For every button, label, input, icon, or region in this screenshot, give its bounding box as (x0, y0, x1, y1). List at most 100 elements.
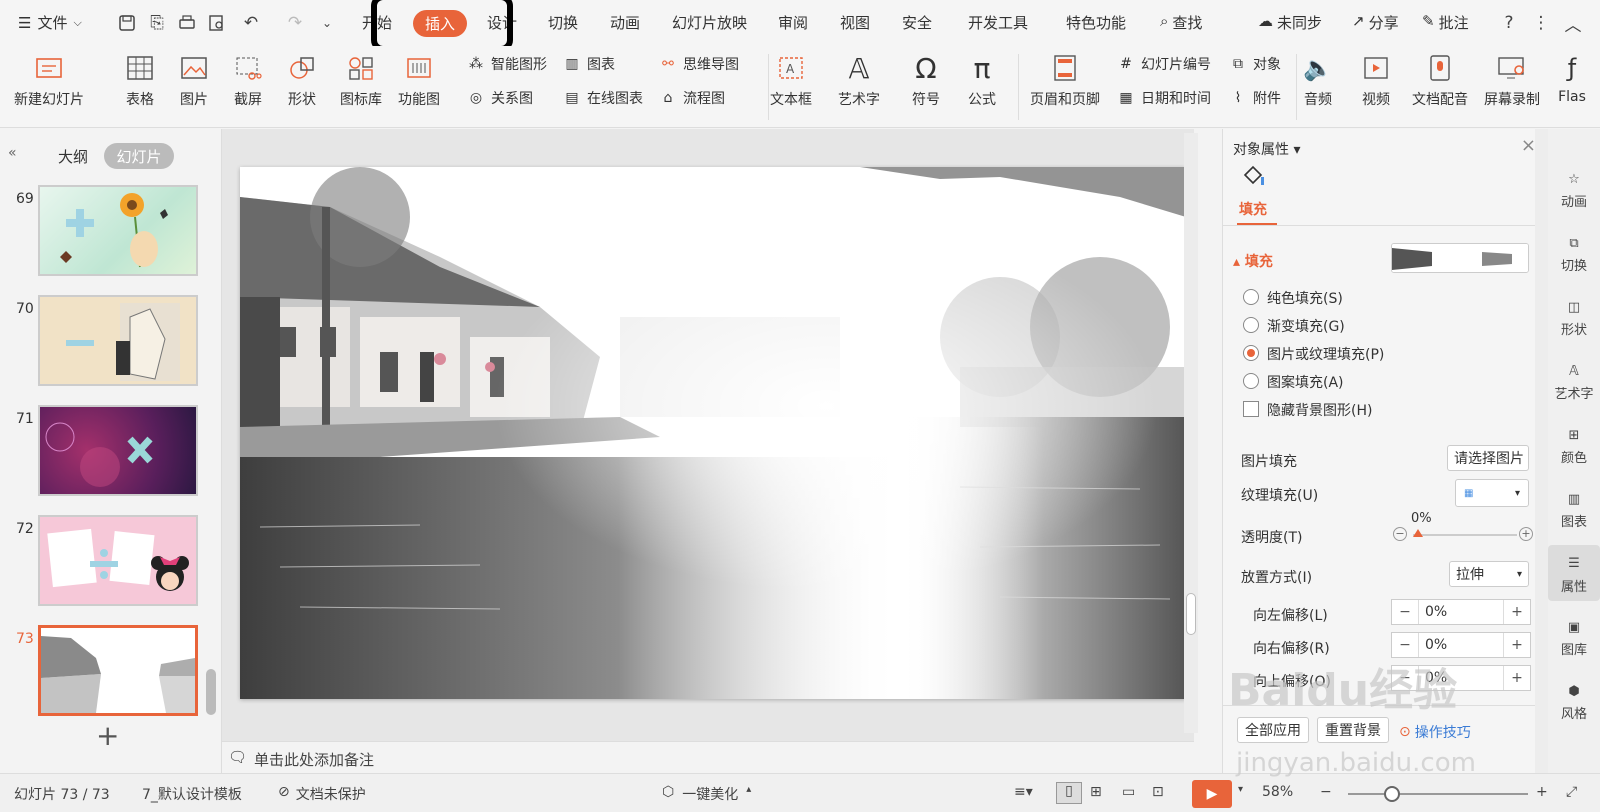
tab-security[interactable]: 安全 (902, 12, 932, 33)
datetime-button[interactable]: ▦ 日期和时间 (1116, 88, 1211, 108)
plus-icon[interactable]: + (1504, 604, 1530, 620)
help-icon[interactable]: ? (1498, 12, 1520, 34)
slider-handle[interactable] (1413, 529, 1423, 537)
sidebar-style[interactable]: ⬢ 风格 (1548, 679, 1600, 723)
slide-thumbnail[interactable] (38, 515, 198, 606)
icon-library-button[interactable]: 图标库 (340, 52, 382, 109)
offset-right-value[interactable]: 0% (1418, 633, 1504, 657)
object-button[interactable]: ⧉ 对象 (1228, 54, 1281, 74)
normal-view-icon[interactable]: ▯ (1056, 782, 1082, 804)
offset-top-value[interactable]: 0% (1418, 666, 1504, 690)
chart-button[interactable]: ▥ 图表 (562, 54, 615, 74)
plus-icon[interactable]: + (1504, 670, 1530, 686)
sidebar-properties[interactable]: ☰ 属性 (1548, 545, 1600, 601)
offset-left-stepper[interactable]: −0% + (1391, 599, 1531, 625)
symbol-button[interactable]: Ω 符号 (910, 52, 942, 109)
choose-picture-button[interactable]: 请选择图片 (1447, 445, 1529, 471)
notes-view-icon[interactable]: ≡▾ (1014, 784, 1033, 800)
close-icon[interactable]: × (1521, 135, 1536, 156)
minus-icon[interactable]: − (1392, 604, 1418, 620)
tab-slides[interactable]: 幻灯片 (104, 143, 174, 169)
function-chart-button[interactable]: 功能图 (398, 52, 440, 109)
new-slide-button[interactable]: 新建幻灯片 (14, 52, 84, 109)
tab-review[interactable]: 审阅 (778, 12, 808, 33)
radio-gradient-fill[interactable] (1243, 317, 1259, 333)
presenter-view-icon[interactable]: ⊡ (1152, 784, 1164, 800)
print-icon[interactable] (176, 12, 198, 34)
reset-background-button[interactable]: 重置背景 (1317, 717, 1389, 743)
template-name[interactable]: 7_默认设计模板 (142, 784, 242, 804)
sidebar-wordart[interactable]: 𝔸 艺术字 (1548, 359, 1600, 403)
sidebar-color[interactable]: ⊞ 颜色 (1548, 423, 1600, 467)
notes-bar[interactable]: 🗨 单击此处添加备注 (222, 741, 1194, 773)
zoom-value[interactable]: 58% (1262, 784, 1293, 800)
print-preview-icon[interactable] (206, 12, 228, 34)
plus-icon[interactable]: + (1504, 637, 1530, 653)
sidebar-gallery[interactable]: ▣ 图库 (1548, 615, 1600, 659)
wordart-button[interactable]: 𝔸 艺术字 (838, 52, 880, 109)
scrollbar-thumb[interactable] (206, 669, 216, 715)
smart-graphic-button[interactable]: ⁂ 智能图形 (466, 54, 547, 74)
minus-icon[interactable]: − (1392, 637, 1418, 653)
video-button[interactable]: 视频 (1360, 52, 1392, 109)
zoom-handle[interactable] (1384, 786, 1400, 802)
export-icon[interactable]: ⎘ (146, 12, 168, 34)
placement-dropdown[interactable]: 拉伸 ▾ (1449, 561, 1529, 587)
radio-solid-fill[interactable] (1243, 289, 1259, 305)
slide-sorter-icon[interactable]: ⊞ (1090, 784, 1102, 800)
zoom-in-icon[interactable]: + (1536, 784, 1548, 800)
textbox-button[interactable]: A 文本框 (770, 52, 812, 109)
redo-icon[interactable]: ↷ (284, 12, 306, 34)
tab-view[interactable]: 视图 (840, 12, 870, 33)
customize-icon[interactable]: ⌄ (316, 12, 338, 34)
reading-view-icon[interactable]: ▭ (1122, 784, 1135, 800)
fill-preview-dropdown[interactable] (1391, 243, 1529, 273)
zoom-out-icon[interactable]: − (1320, 784, 1332, 800)
relation-chart-button[interactable]: ◎ 关系图 (466, 88, 533, 108)
save-icon[interactable] (116, 12, 138, 34)
share-button[interactable]: ↗ 分享 (1352, 12, 1399, 33)
section-fill-header[interactable]: ▴ 填充 (1233, 251, 1273, 271)
panel-scrollbar[interactable] (1535, 129, 1549, 773)
online-chart-button[interactable]: ▤ 在线图表 (562, 88, 643, 108)
plus-icon[interactable]: + (1519, 527, 1533, 541)
tab-developer[interactable]: 开发工具 (968, 12, 1028, 33)
search-button[interactable]: ⌕ 查找 (1160, 12, 1202, 33)
minus-icon[interactable]: − (1392, 670, 1418, 686)
sidebar-transition[interactable]: ⧉ 切换 (1548, 231, 1600, 275)
document-protection[interactable]: ⊘ 文档未保护 (278, 784, 366, 804)
mindmap-button[interactable]: ⚯ 思维导图 (658, 54, 739, 74)
screenshot-button[interactable]: 截屏 (232, 52, 264, 109)
add-slide-button[interactable]: + (96, 719, 119, 752)
flowchart-button[interactable]: ⌂ 流程图 (658, 88, 725, 108)
panel-title[interactable]: 对象属性 ▾ (1233, 139, 1300, 159)
flash-button[interactable]: ƒ Flas (1556, 52, 1588, 105)
slide-thumbnail[interactable] (38, 405, 198, 496)
formula-button[interactable]: π 公式 (966, 52, 998, 109)
transparency-slider[interactable] (1413, 534, 1517, 536)
slide-thumbnail[interactable] (38, 295, 198, 386)
sync-button[interactable]: ☁ 未同步 (1258, 12, 1322, 33)
vertical-scrollbar[interactable] (1184, 133, 1198, 733)
screen-record-button[interactable]: 屏幕录制 (1484, 52, 1540, 109)
texture-fill-dropdown[interactable]: ▦ ▾ (1455, 479, 1529, 507)
minus-icon[interactable]: − (1393, 527, 1407, 541)
tab-animation[interactable]: 动画 (610, 12, 640, 33)
doc-dubbing-button[interactable]: 文档配音 (1412, 52, 1468, 109)
shape-button[interactable]: 形状 (286, 52, 318, 109)
zoom-slider[interactable] (1348, 793, 1528, 795)
collapse-panel-icon[interactable]: « (8, 145, 17, 161)
tab-slideshow[interactable]: 幻灯片放映 (672, 12, 747, 33)
collapse-ribbon-icon[interactable]: ︿ (1562, 12, 1584, 36)
fit-window-icon[interactable]: ⤢ (1566, 784, 1577, 800)
tab-outline[interactable]: 大纲 (52, 143, 94, 169)
tab-transition[interactable]: 切换 (548, 12, 578, 33)
slide-thumbnail[interactable] (38, 185, 198, 276)
tab-fill[interactable]: 填充 (1239, 199, 1267, 219)
sidebar-shape[interactable]: ◫ 形状 (1548, 295, 1600, 339)
audio-button[interactable]: 🔈 音频 (1302, 52, 1334, 109)
file-menu[interactable]: ☰ 文件 ⌵ (18, 12, 82, 33)
table-button[interactable]: 表格 (124, 52, 156, 109)
sidebar-animation[interactable]: ☆ 动画 (1548, 167, 1600, 211)
one-click-beautify[interactable]: ⬡ 一键美化 ▴ (662, 784, 751, 804)
